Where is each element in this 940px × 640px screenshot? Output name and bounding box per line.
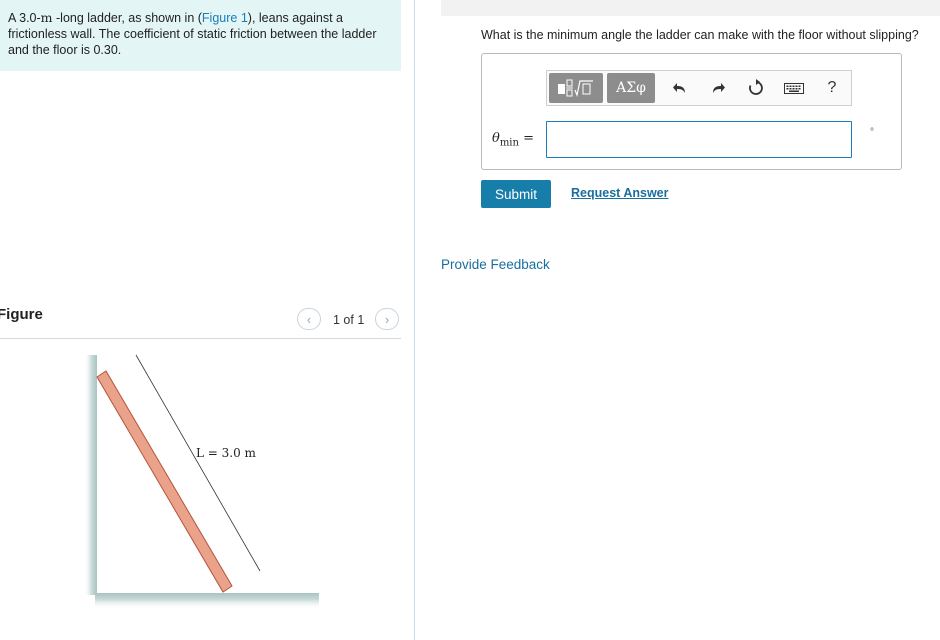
keyboard-button[interactable] (781, 75, 807, 101)
undo-button[interactable] (667, 75, 693, 101)
previous-figure-button[interactable]: ‹ (297, 308, 321, 330)
chevron-right-icon: › (384, 311, 390, 327)
reset-icon (749, 79, 763, 95)
answer-unit: ° (870, 127, 874, 138)
templates-button[interactable] (549, 73, 603, 103)
theta-symbol: θ (492, 131, 500, 146)
help-button[interactable]: ? (819, 75, 845, 101)
figure-header: Figure ‹ 1 of 1 › (0, 300, 401, 339)
problem-unit: m (40, 10, 53, 25)
question-text: What is the minimum angle the ladder can… (481, 28, 919, 42)
problem-text-1: -long ladder, as shown in ( (52, 11, 202, 25)
chevron-left-icon: ‹ (306, 311, 312, 327)
redo-icon (713, 83, 725, 93)
keyboard-icon (784, 83, 804, 94)
provide-feedback-link[interactable]: Provide Feedback (441, 257, 550, 272)
symbols-button[interactable]: ΑΣφ (607, 73, 655, 103)
figure-link[interactable]: Figure 1 (202, 11, 248, 25)
reset-button[interactable] (743, 75, 769, 101)
answer-input[interactable] (546, 121, 852, 158)
problem-statement: A 3.0-m -long ladder, as shown in (Figur… (0, 0, 401, 71)
ladder-figure: L = 3.0 m (84, 354, 319, 609)
wall (84, 355, 97, 595)
floor (95, 593, 319, 609)
submit-button[interactable]: Submit (481, 180, 551, 208)
redo-button[interactable] (705, 75, 731, 101)
panel-divider (414, 0, 415, 640)
length-label: L = 3.0 m (196, 446, 257, 460)
undo-icon (673, 83, 685, 93)
math-toolbar: ΑΣφ ? (546, 70, 852, 106)
figure-pager-text: 1 of 1 (333, 313, 365, 327)
equals-sign: = (518, 131, 534, 146)
figure-title: Figure (0, 306, 43, 323)
answer-variable-label: θmin = (492, 131, 534, 149)
next-figure-button[interactable]: › (375, 308, 399, 330)
problem-lead: A 3.0- (8, 11, 41, 25)
top-strip (441, 0, 940, 16)
theta-subscript: min (499, 137, 519, 149)
fraction-sqrt-icon (558, 79, 593, 98)
request-answer-link[interactable]: Request Answer (571, 186, 668, 200)
